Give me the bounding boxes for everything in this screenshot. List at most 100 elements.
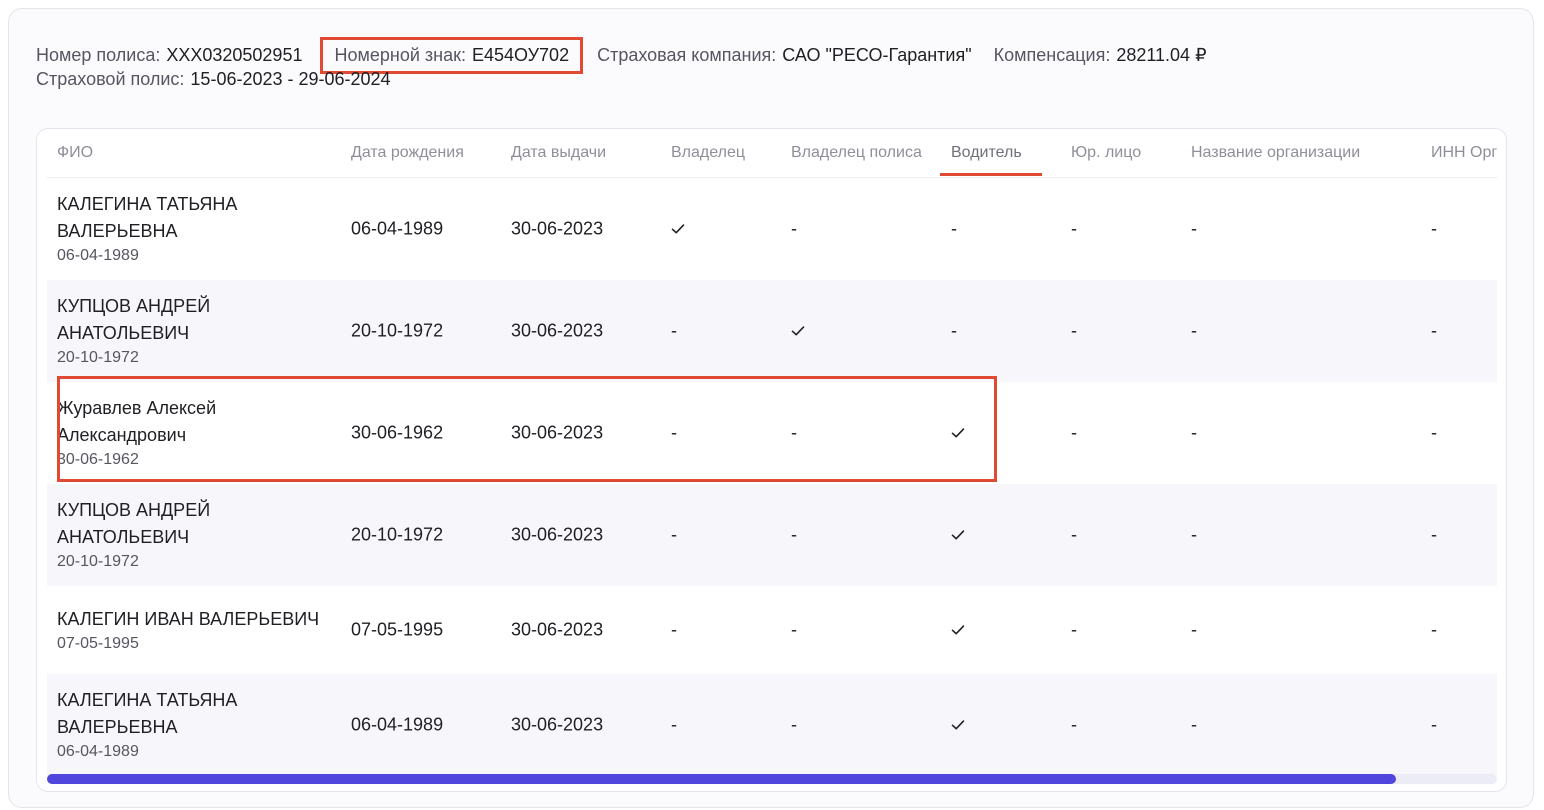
table-row[interactable]: КУПЦОВ АНДРЕЙ АНАТОЛЬЕВИЧ 20-10-1972 20-10-… (47, 484, 1497, 586)
cell-org-name: - (1191, 619, 1197, 640)
column-header-issue[interactable]: Дата выдачи (511, 129, 606, 177)
table-row[interactable]: КАЛЕГИНА ТАТЬЯНА ВАЛЕРЬЕВНА 06-04-1989 06-0… (47, 178, 1497, 280)
cell-org-name: - (1191, 422, 1197, 443)
cell-issue: 30-06-2023 (511, 422, 604, 443)
cell-policy-owner: - (791, 422, 797, 443)
table-row[interactable]: КУПЦОВ АНДРЕЙ АНАТОЛЬЕВИЧ 20-10-1972 20-10-… (47, 280, 1497, 382)
cell-issue: 30-06-2023 (511, 619, 604, 640)
person-name-cell: Журавлев Алексей Александрович 30-06-1962 (57, 395, 216, 471)
policy-number-label: Номер полиса: (36, 45, 161, 65)
person-name-cell: КАЛЕГИН ИВАН ВАЛЕРЬЕВИЧ 07-05-1995 (57, 606, 319, 655)
cell-legal: - (1071, 524, 1077, 545)
compensation-label: Компенсация: (993, 45, 1111, 65)
license-plate-value: Е454ОУ702 (471, 45, 570, 65)
column-header-fio[interactable]: ФИО (57, 129, 93, 177)
policy-number-value: XXX0320502951 (166, 45, 303, 65)
cell-policy-owner: - (791, 218, 797, 239)
cell-legal: - (1071, 714, 1077, 735)
check-icon (951, 625, 965, 636)
cell-driver: - (951, 218, 957, 239)
insurance-company-label: Страховая компания: (597, 45, 777, 65)
cell-policy-owner: - (791, 619, 797, 640)
person-name-cell: КАЛЕГИНА ТАТЬЯНА ВАЛЕРЬЕВНА 06-04-1989 (57, 191, 237, 267)
cell-org-inn: - (1431, 714, 1437, 735)
check-icon (951, 530, 965, 541)
cell-birth: 06-04-1989 (351, 714, 444, 735)
person-birth-subtext: 30-06-1962 (57, 451, 139, 468)
policy-period-value: 15-06-2023 - 29-06-2024 (190, 69, 391, 89)
cell-legal: - (1071, 422, 1077, 443)
policy-period-label: Страховой полис: (36, 69, 185, 89)
policy-period: Страховой полис: 15-06-2023 - 29-06-2024 (36, 69, 391, 90)
cell-org-name: - (1191, 524, 1197, 545)
cell-legal: - (1071, 619, 1077, 640)
column-header-org-name[interactable]: Название организации (1191, 129, 1360, 177)
person-birth-subtext: 20-10-1972 (57, 553, 139, 570)
cell-policy-owner: - (791, 524, 797, 545)
column-header-org-inn[interactable]: ИНН Орг (1431, 129, 1497, 177)
cell-org-inn: - (1431, 619, 1437, 640)
compensation: Компенсация: 28211.04 ₽ (994, 45, 1207, 66)
cell-org-inn: - (1431, 524, 1437, 545)
scrollbar-thumb[interactable] (47, 774, 1396, 784)
person-name-line: КАЛЕГИНА ТАТЬЯНА (57, 690, 238, 710)
column-header-driver[interactable]: Водитель (951, 129, 1022, 177)
insurance-company-value: САО "РЕСО-Гарантия" (782, 45, 972, 65)
table-row[interactable]: КАЛЕГИНА ТАТЬЯНА ВАЛЕРЬЕВНА 06-04-1989 06-0… (47, 674, 1497, 776)
column-header-legal[interactable]: Юр. лицо (1071, 129, 1141, 177)
cell-org-name: - (1191, 218, 1197, 239)
cell-issue: 30-06-2023 (511, 524, 604, 545)
cell-owner: - (671, 422, 677, 443)
cell-birth: 20-10-1972 (351, 524, 444, 545)
persons-table: ФИО Дата рождения Дата выдачи Владелец Владе… (36, 128, 1507, 792)
table-row[interactable]: Журавлев Алексей Александрович 30-06-1962 3… (47, 382, 1497, 484)
cell-org-inn: - (1431, 320, 1437, 341)
cell-owner: - (671, 524, 677, 545)
cell-policy-owner: - (791, 714, 797, 735)
cell-org-name: - (1191, 714, 1197, 735)
check-icon (951, 428, 965, 439)
check-icon (791, 326, 805, 337)
person-name-line: ВАЛЕРЬЕВНА (57, 717, 178, 737)
person-name-cell: КАЛЕГИНА ТАТЬЯНА ВАЛЕРЬЕВНА 06-04-1989 (57, 687, 237, 763)
person-name-line: КУПЦОВ АНДРЕЙ (57, 296, 211, 316)
horizontal-scrollbar[interactable] (47, 774, 1497, 784)
cell-birth: 06-04-1989 (351, 218, 444, 239)
person-name-line: КАЛЕГИН ИВАН ВАЛЕРЬЕВИЧ (57, 609, 320, 629)
policy-card: Номер полиса: XXX0320502951 Номерной зна… (8, 8, 1534, 808)
cell-org-name: - (1191, 320, 1197, 341)
person-name-line: АНАТОЛЬЕВИЧ (57, 323, 190, 343)
person-name-line: Александрович (57, 425, 187, 445)
column-header-policy-owner[interactable]: Владелец полиса (791, 129, 922, 177)
cell-owner: - (671, 619, 677, 640)
person-name-cell: КУПЦОВ АНДРЕЙ АНАТОЛЬЕВИЧ 20-10-1972 (57, 497, 210, 573)
cell-owner: - (671, 320, 677, 341)
cell-driver: - (951, 320, 957, 341)
person-birth-subtext: 06-04-1989 (57, 743, 139, 760)
person-birth-subtext: 06-04-1989 (57, 247, 139, 264)
license-plate-label: Номерной знак: (334, 45, 466, 65)
check-icon (671, 224, 685, 235)
column-header-owner[interactable]: Владелец (671, 129, 745, 177)
table-header: ФИО Дата рождения Дата выдачи Владелец Владе… (47, 129, 1497, 178)
person-name-line: КАЛЕГИНА ТАТЬЯНА (57, 194, 238, 214)
insurance-company: Страховая компания: САО "РЕСО-Гарантия" (597, 45, 972, 66)
cell-org-inn: - (1431, 422, 1437, 443)
cell-issue: 30-06-2023 (511, 714, 604, 735)
person-birth-subtext: 07-05-1995 (57, 635, 139, 652)
person-birth-subtext: 20-10-1972 (57, 349, 139, 366)
person-name-line: Журавлев Алексей (57, 398, 217, 418)
column-header-birth[interactable]: Дата рождения (351, 129, 464, 177)
cell-issue: 30-06-2023 (511, 320, 604, 341)
active-tab-underline (940, 173, 1042, 176)
policy-period-row: Страховой полис: 15-06-2023 - 29-06-2024 (36, 69, 413, 90)
cell-birth: 30-06-1962 (351, 422, 444, 443)
compensation-value: 28211.04 ₽ (1116, 45, 1207, 65)
person-name-cell: КУПЦОВ АНДРЕЙ АНАТОЛЬЕВИЧ 20-10-1972 (57, 293, 210, 369)
cell-legal: - (1071, 218, 1077, 239)
cell-owner: - (671, 714, 677, 735)
table-row[interactable]: КАЛЕГИН ИВАН ВАЛЕРЬЕВИЧ 07-05-1995 07-05-1… (47, 586, 1497, 674)
cell-birth: 07-05-1995 (351, 619, 444, 640)
cell-legal: - (1071, 320, 1077, 341)
policy-number: Номер полиса: XXX0320502951 (36, 45, 302, 66)
